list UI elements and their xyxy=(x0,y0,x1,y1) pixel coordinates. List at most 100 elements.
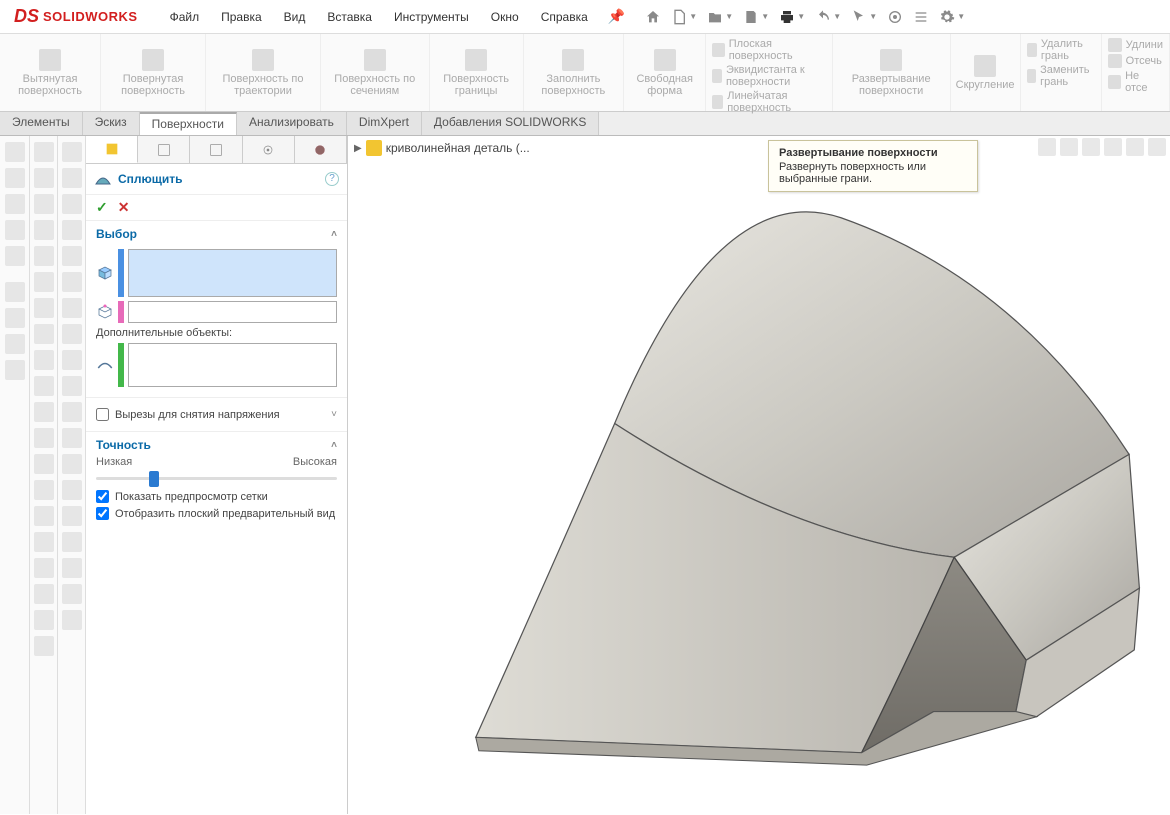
lt1-icon[interactable] xyxy=(5,246,25,266)
tab-dimxpert[interactable]: DimXpert xyxy=(347,112,422,135)
rb-offset-surface[interactable]: Эквидистанта к поверхности xyxy=(712,64,825,88)
home-icon[interactable] xyxy=(641,5,665,29)
tab-sketch[interactable]: Эскиз xyxy=(83,112,140,135)
lt2-icon[interactable] xyxy=(34,142,54,162)
rb-ruled-surface[interactable]: Линейчатая поверхность xyxy=(712,90,825,114)
preview-input[interactable] xyxy=(96,490,109,503)
lt3-icon[interactable] xyxy=(62,350,82,370)
hud-icon[interactable] xyxy=(1082,138,1100,156)
rb-revolve-surface[interactable]: Повернутая поверхность xyxy=(101,34,206,111)
fm-tab-dim[interactable] xyxy=(243,136,295,163)
lt3-icon[interactable] xyxy=(62,272,82,292)
menu-tools[interactable]: Инструменты xyxy=(384,6,479,28)
lt3-icon[interactable] xyxy=(62,298,82,318)
hud-icon[interactable] xyxy=(1038,138,1056,156)
tab-features[interactable]: Элементы xyxy=(0,112,83,135)
lt3-icon[interactable] xyxy=(62,454,82,474)
edge-selection-box[interactable] xyxy=(96,301,337,323)
lt2-icon[interactable] xyxy=(34,298,54,318)
menu-insert[interactable]: Вставка xyxy=(317,6,382,28)
lt2-icon[interactable] xyxy=(34,532,54,552)
tab-surfaces[interactable]: Поверхности xyxy=(140,112,237,135)
lt2-icon[interactable] xyxy=(34,506,54,526)
lt3-icon[interactable] xyxy=(62,558,82,578)
expand-icon[interactable]: ˅ xyxy=(331,409,337,420)
lt2-icon[interactable] xyxy=(34,454,54,474)
lt2-icon[interactable] xyxy=(34,168,54,188)
graphics-viewport[interactable]: ▶ криволинейная деталь (... Развертывани… xyxy=(348,136,1170,814)
fm-tab-appearance[interactable] xyxy=(295,136,347,163)
rb-loft-surface[interactable]: Поверхность по сечениям xyxy=(321,34,430,111)
lt3-icon[interactable] xyxy=(62,428,82,448)
rb-boundary-surface[interactable]: Поверхность границы xyxy=(430,34,524,111)
flat-input[interactable] xyxy=(96,507,109,520)
accuracy-slider[interactable] xyxy=(96,470,337,486)
lt2-icon[interactable] xyxy=(34,558,54,578)
lt2-icon[interactable] xyxy=(34,402,54,422)
lt1-icon[interactable] xyxy=(5,308,25,328)
lt3-icon[interactable] xyxy=(62,376,82,396)
ok-button[interactable]: ✓ xyxy=(96,199,108,216)
relief-checkbox[interactable]: Вырезы для снятия напряжения ˅ xyxy=(96,408,337,421)
lt3-icon[interactable] xyxy=(62,480,82,500)
lt1-icon[interactable] xyxy=(5,194,25,214)
lt2-icon[interactable] xyxy=(34,350,54,370)
hud-icon[interactable] xyxy=(1104,138,1122,156)
undo-icon[interactable]: ▼ xyxy=(811,5,845,29)
rb-extrude-surface[interactable]: Вытянутая поверхность xyxy=(0,34,101,111)
menu-edit[interactable]: Правка xyxy=(211,6,272,28)
lt1-icon[interactable] xyxy=(5,168,25,188)
flat-preview-checkbox[interactable]: Отобразить плоский предварительный вид xyxy=(96,507,337,520)
lt3-icon[interactable] xyxy=(62,324,82,344)
lt2-icon[interactable] xyxy=(34,220,54,240)
lt2-icon[interactable] xyxy=(34,428,54,448)
lt2-icon[interactable] xyxy=(34,194,54,214)
lt2-icon[interactable] xyxy=(34,324,54,344)
lt1-icon[interactable] xyxy=(5,220,25,240)
lt2-icon[interactable] xyxy=(34,376,54,396)
hud-icon[interactable] xyxy=(1126,138,1144,156)
lt3-icon[interactable] xyxy=(62,532,82,552)
rb-replace-face[interactable]: Заменить грань xyxy=(1027,64,1095,88)
lt3-icon[interactable] xyxy=(62,168,82,188)
rb-extend[interactable]: Удлини xyxy=(1108,38,1163,52)
relief-input[interactable] xyxy=(96,408,109,421)
tab-addins[interactable]: Добавления SOLIDWORKS xyxy=(422,112,600,135)
lt3-icon[interactable] xyxy=(62,194,82,214)
hud-icon[interactable] xyxy=(1060,138,1078,156)
fm-tab-feature[interactable] xyxy=(86,136,138,163)
lt1-icon[interactable] xyxy=(5,334,25,354)
lt3-icon[interactable] xyxy=(62,142,82,162)
settings-icon[interactable]: ▼ xyxy=(935,5,969,29)
rb-delete-face[interactable]: Удалить грань xyxy=(1027,38,1095,62)
lt1-icon[interactable] xyxy=(5,142,25,162)
lt2-icon[interactable] xyxy=(34,636,54,656)
rb-fillet[interactable]: Скругление xyxy=(951,34,1021,111)
preview-checkbox[interactable]: Показать предпросмотр сетки xyxy=(96,490,337,503)
print-icon[interactable]: ▼ xyxy=(775,5,809,29)
lt2-icon[interactable] xyxy=(34,246,54,266)
lt3-icon[interactable] xyxy=(62,610,82,630)
rb-sweep-surface[interactable]: Поверхность по траектории xyxy=(206,34,321,111)
menu-file[interactable]: Файл xyxy=(160,6,210,28)
lt2-icon[interactable] xyxy=(34,584,54,604)
rb-freeform[interactable]: Свободная форма xyxy=(624,34,706,111)
new-icon[interactable]: ▼ xyxy=(667,5,701,29)
lt3-icon[interactable] xyxy=(62,506,82,526)
options-list-icon[interactable] xyxy=(909,5,933,29)
lt1-icon[interactable] xyxy=(5,360,25,380)
collapse-icon[interactable]: ˄ xyxy=(331,229,337,240)
collapse-icon[interactable]: ˄ xyxy=(331,440,337,451)
fm-tab-config[interactable] xyxy=(190,136,242,163)
faces-selection-box[interactable] xyxy=(96,249,337,297)
save-icon[interactable]: ▼ xyxy=(739,5,773,29)
open-icon[interactable]: ▼ xyxy=(703,5,737,29)
lt2-icon[interactable] xyxy=(34,610,54,630)
help-icon[interactable]: ? xyxy=(325,172,339,186)
rb-planar-surface[interactable]: Плоская поверхность xyxy=(712,38,825,62)
hud-icon[interactable] xyxy=(1148,138,1166,156)
rb-fill-surface[interactable]: Заполнить поверхность xyxy=(524,34,624,111)
lt1-icon[interactable] xyxy=(5,282,25,302)
lt3-icon[interactable] xyxy=(62,246,82,266)
select-icon[interactable]: ▼ xyxy=(847,5,881,29)
